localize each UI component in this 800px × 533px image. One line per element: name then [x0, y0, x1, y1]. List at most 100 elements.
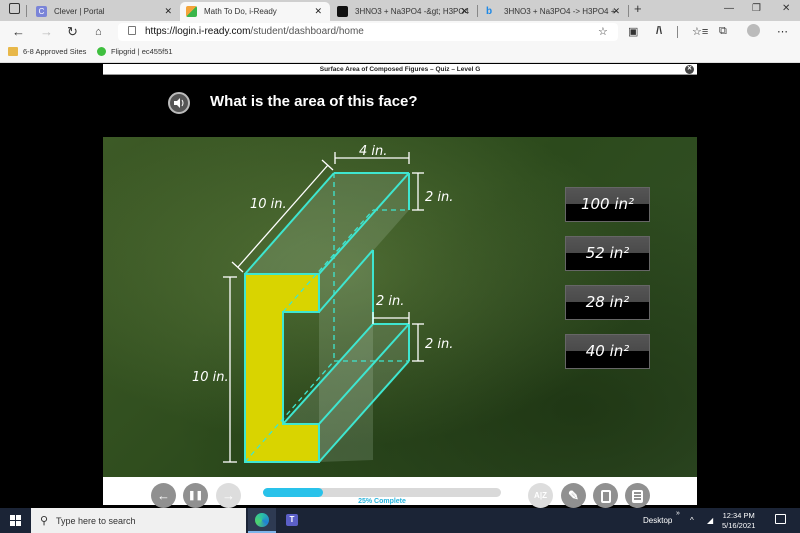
minimize-button[interactable]: — [724, 3, 734, 14]
taskbar-edge[interactable] [248, 508, 276, 533]
calculator-icon [632, 490, 643, 504]
clock-date: 5/16/2021 [722, 521, 756, 530]
answer-option-1[interactable]: 100 in² [565, 187, 650, 222]
label-inner-width: 2 in. [376, 294, 404, 309]
iready-icon [186, 6, 197, 17]
tab-separator [26, 5, 27, 17]
restore-button[interactable]: ❐ [752, 3, 761, 14]
search-placeholder: Type here to search [56, 516, 136, 526]
label-total-height: 10 in. [192, 370, 229, 385]
tab-clever[interactable]: C Clever | Portal ✕ [30, 2, 180, 21]
close-tab-icon[interactable]: ✕ [164, 6, 172, 17]
notifications-icon[interactable] [775, 514, 786, 524]
favorite-label: Flipgrid | ec455f51 [111, 47, 173, 56]
toolbar-separator [677, 26, 678, 38]
tab-separator [477, 5, 478, 17]
speaker-button[interactable] [168, 92, 190, 114]
tab-iready[interactable]: Math To Do, i-Ready ✕ [180, 2, 330, 21]
favorites-icon[interactable]: ☆≡ [692, 25, 708, 38]
flipgrid-icon [97, 47, 106, 56]
teams-icon: T [286, 514, 298, 526]
arrow-left-icon: ← [157, 488, 170, 503]
close-tab-icon[interactable]: ✕ [460, 6, 468, 17]
label-depth: 10 in. [250, 197, 287, 212]
desktop-toolbar[interactable]: Desktop [643, 516, 672, 525]
lock-icon [128, 26, 136, 35]
url-text: https://login.i-ready.com/student/dashbo… [145, 26, 364, 37]
browser-tab-bar: C Clever | Portal ✕ Math To Do, i-Ready … [0, 0, 800, 21]
answer-option-3[interactable]: 28 in² [565, 285, 650, 320]
browser-nav-bar: ← → ↻ ⌂ https://login.i-ready.com/studen… [0, 21, 800, 43]
notepad-button[interactable] [593, 483, 618, 508]
tab-chemistry-1[interactable]: 3HNO3 + Na3PO4 -&gt; H3PO4 ✕ [331, 2, 476, 21]
taskbar-search[interactable]: ⚲ Type here to search [31, 508, 246, 533]
favorites-bar: 6-8 Approved Sites Flipgrid | ec455f51 [0, 43, 800, 63]
glossary-icon: A|Z [534, 491, 547, 500]
progress-bar [263, 488, 501, 497]
close-tab-icon[interactable]: ✕ [314, 6, 322, 17]
clever-icon: C [36, 6, 47, 17]
close-window-button[interactable]: ✕ [782, 3, 790, 14]
quiz-title: Surface Area of Composed Figures – Quiz … [319, 66, 481, 73]
profile-avatar[interactable] [747, 24, 760, 37]
bing-icon: b [486, 6, 493, 17]
quiz-title-bar: Surface Area of Composed Figures – Quiz … [103, 64, 697, 75]
quiz-stage: 4 in. 2 in. 10 in. 2 in. 2 in. 10 in. 10… [103, 137, 697, 477]
extension-pocket-icon[interactable]: ▣ [628, 25, 638, 38]
toolbar-expand-icon[interactable]: » [676, 510, 680, 517]
new-tab-button[interactable]: + [634, 1, 642, 16]
arrow-right-icon: → [222, 488, 235, 503]
forward-button[interactable]: → [216, 483, 241, 508]
tab-title: Math To Do, i-Ready [204, 7, 277, 16]
notepad-icon [600, 490, 611, 504]
windows-start-button[interactable] [10, 515, 21, 526]
taskbar-teams[interactable]: T [278, 508, 306, 533]
favorite-flipgrid[interactable]: Flipgrid | ec455f51 [97, 47, 173, 56]
tab-chemistry-2[interactable]: b 3HNO3 + Na3PO4 -> H3PO4 + ✕ [480, 2, 628, 21]
quiz-close-button[interactable]: ✕ [685, 65, 694, 74]
refresh-icon[interactable]: ↻ [67, 24, 78, 40]
show-hidden-icons[interactable]: ^ [690, 516, 694, 525]
favorite-star-icon[interactable]: ☆ [598, 25, 608, 38]
tab-actions-icon[interactable] [9, 3, 20, 14]
glossary-button[interactable]: A|Z [528, 483, 553, 508]
pause-icon: ❚❚ [187, 490, 204, 500]
tab-title: Clever | Portal [54, 7, 105, 16]
pencil-button[interactable]: ✎ [561, 483, 586, 508]
tab-title: 3HNO3 + Na3PO4 -&gt; H3PO4 [355, 7, 470, 16]
network-icon[interactable]: ◢ [707, 516, 713, 525]
progress-fill [263, 488, 323, 497]
taskbar-clock[interactable]: 12:34 PM 5/16/2021 [722, 511, 755, 531]
url-path: /student/dashboard/home [250, 26, 364, 37]
answer-option-4[interactable]: 40 in² [565, 334, 650, 369]
favorite-approved-sites[interactable]: 6-8 Approved Sites [8, 47, 86, 56]
folder-icon [8, 47, 18, 56]
back-button[interactable]: ← [151, 483, 176, 508]
windows-taskbar: ⚲ Type here to search T Desktop » ^ ◢ 12… [0, 508, 800, 533]
question-text: What is the area of this face? [210, 93, 418, 110]
close-tab-icon[interactable]: ✕ [612, 6, 620, 17]
highlighted-face [244, 273, 320, 463]
forward-icon[interactable]: → [40, 24, 53, 40]
clock-time: 12:34 PM [722, 511, 755, 520]
address-bar[interactable]: https://login.i-ready.com/student/dashbo… [118, 23, 618, 41]
tab-title: 3HNO3 + Na3PO4 -> H3PO4 + [504, 7, 616, 16]
edge-icon [255, 513, 269, 527]
home-icon[interactable]: ⌂ [95, 24, 102, 40]
pause-button[interactable]: ❚❚ [183, 483, 208, 508]
answer-option-2[interactable]: 52 in² [565, 236, 650, 271]
extension-icon[interactable]: /\ [656, 25, 662, 37]
progress-label: 25% Complete [358, 498, 406, 505]
label-top-height: 2 in. [425, 190, 453, 205]
collections-icon[interactable]: ⧉ [719, 25, 727, 38]
tab-separator [628, 5, 629, 17]
speaker-icon [174, 98, 184, 108]
url-host: https://login.i-ready.com [145, 26, 251, 37]
calculator-button[interactable] [625, 483, 650, 508]
label-top-width: 4 in. [359, 144, 387, 159]
dark-square-icon [337, 6, 348, 17]
more-options-icon[interactable]: ⋯ [777, 25, 788, 38]
favorite-label: 6-8 Approved Sites [23, 47, 87, 56]
label-bottom-height: 2 in. [425, 337, 453, 352]
back-icon[interactable]: ← [12, 24, 25, 40]
